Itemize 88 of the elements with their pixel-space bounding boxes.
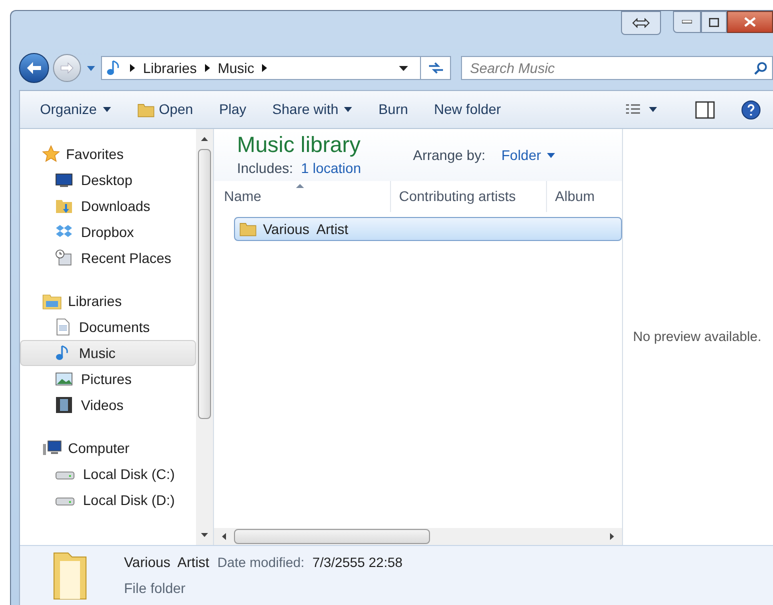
toolbar-button[interactable]: New folder — [434, 99, 501, 120]
toolbar-button[interactable]: Open — [136, 99, 194, 120]
column-header[interactable]: Album — [547, 181, 622, 212]
search-icon — [754, 61, 768, 75]
maximize-button[interactable] — [701, 11, 727, 33]
chevron-icon — [262, 64, 268, 72]
down-arrow-icon — [201, 533, 208, 537]
toolbar-button[interactable]: Burn — [378, 99, 408, 120]
address-field[interactable]: Libraries Music — [101, 56, 451, 80]
includes-label: Includes: — [237, 158, 294, 178]
left-arrow-icon — [222, 533, 226, 540]
double-arrow-icon — [632, 18, 650, 28]
details-view-icon — [625, 102, 641, 116]
search-input[interactable]: Search Music — [470, 58, 754, 78]
maximize-icon — [709, 18, 719, 26]
vertical-scrollbar[interactable] — [196, 129, 213, 545]
file-row[interactable]: Various Artist — [234, 217, 622, 241]
monitor-icon — [55, 172, 73, 188]
caret-icon — [649, 107, 657, 112]
document-icon — [55, 318, 71, 336]
arrange-label: Arrange by: — [412, 146, 486, 165]
nav-item[interactable]: Documents — [20, 314, 196, 340]
nav-item[interactable]: Recent Places — [20, 245, 196, 271]
nav-group-header[interactable]: Favorites — [20, 141, 196, 167]
left-arrow-icon — [26, 61, 42, 75]
right-arrow-icon — [610, 533, 614, 540]
item-type: File folder — [124, 578, 186, 598]
breadcrumb-link[interactable]: Music — [218, 58, 254, 78]
toolbar-button[interactable]: Organize — [40, 99, 111, 120]
close-button[interactable] — [727, 11, 773, 33]
toolbar-button[interactable]: Play — [219, 99, 246, 120]
item-name: Various Artist — [124, 553, 210, 572]
up-arrow-icon — [201, 137, 208, 141]
nav-item[interactable]: Local Disk (C:) — [20, 461, 196, 487]
column-header[interactable]: Name — [214, 181, 391, 212]
preview-pane-button[interactable] — [695, 100, 715, 118]
view-options-button[interactable] — [625, 102, 657, 116]
star-icon — [42, 145, 60, 163]
minimize-button[interactable] — [673, 11, 701, 33]
library-title: Music library — [237, 132, 361, 158]
caret-icon — [87, 66, 95, 70]
horizontal-scrollbar[interactable] — [214, 528, 622, 545]
nav-item[interactable]: Local Disk (D:) — [20, 487, 196, 513]
back-button[interactable] — [19, 53, 49, 83]
caret-icon — [344, 107, 352, 112]
clock-computer-icon — [55, 249, 73, 267]
nav-item[interactable]: Dropbox — [20, 219, 196, 245]
nav-item[interactable]: Music — [20, 340, 196, 366]
breadcrumb-link[interactable]: Libraries — [143, 58, 197, 78]
landscape-picture-icon — [55, 371, 73, 387]
snap-button[interactable] — [621, 11, 661, 35]
scroll-thumb[interactable] — [198, 149, 211, 419]
folder-download-icon — [55, 197, 73, 215]
computer-icon — [42, 439, 62, 457]
minimize-icon — [682, 20, 692, 24]
music-note-icon — [106, 59, 122, 77]
nav-group-header[interactable]: Libraries — [20, 288, 196, 314]
caret-icon — [102, 107, 111, 112]
column-header[interactable]: Contributing artists — [391, 181, 547, 212]
help-icon — [741, 100, 761, 120]
close-icon — [744, 17, 756, 27]
arrange-dropdown[interactable]: Folder — [501, 144, 556, 166]
dropdown-caret-icon — [399, 66, 408, 70]
chevron-icon — [130, 64, 135, 72]
caret-icon — [547, 152, 556, 158]
scroll-thumb[interactable] — [234, 529, 430, 544]
chevron-icon — [204, 64, 210, 72]
location-link[interactable]: 1 location — [301, 158, 361, 178]
nav-item[interactable]: Videos — [20, 392, 196, 418]
music-note-icon — [55, 344, 71, 362]
right-arrow-icon — [60, 62, 74, 74]
preview-message: No preview available. — [633, 328, 762, 346]
toolbar-button[interactable]: Share with — [272, 99, 352, 120]
refresh-arrows-icon — [426, 61, 444, 75]
film-strip-icon — [55, 396, 73, 414]
folder-icon — [239, 220, 257, 238]
nav-item[interactable]: Desktop — [20, 167, 196, 193]
pane-icon — [695, 100, 715, 118]
nav-item[interactable]: Downloads — [20, 193, 196, 219]
date-label: Date modified: — [217, 554, 304, 572]
nav-group-header[interactable]: Computer — [20, 435, 196, 461]
sort-arrow-icon — [296, 184, 304, 188]
open-box-icon — [55, 224, 73, 240]
help-button[interactable] — [741, 100, 761, 120]
date-value: 7/3/2555 22:58 — [312, 554, 402, 572]
search-field[interactable]: Search Music — [461, 56, 773, 80]
nav-item[interactable]: Pictures — [20, 366, 196, 392]
library-folder-icon — [42, 292, 62, 310]
